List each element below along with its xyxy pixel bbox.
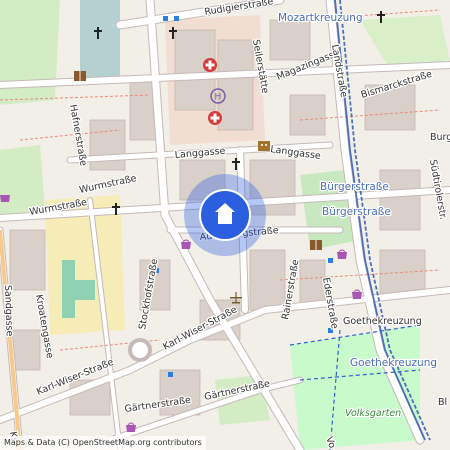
library-icon [310, 240, 322, 250]
roundabout[interactable] [128, 338, 152, 362]
label-sandgasse: Sandgasse [2, 285, 15, 337]
tram-stop-icon [174, 16, 179, 21]
hospital-icon [203, 58, 217, 72]
svg-text:H: H [215, 93, 222, 103]
label-burg: Burg [430, 132, 450, 143]
map-canvas[interactable]: H Rudigierstraße Mozartkreuzung Magazing… [0, 0, 450, 450]
tram-stop-icon [328, 258, 333, 263]
hospital-icon [208, 111, 222, 125]
label-goethekreuzung: Goethekreuzung [343, 316, 422, 327]
shop-icon [0, 195, 10, 202]
map-attribution: Maps & Data (C) OpenStreetMap.org contri… [0, 436, 206, 450]
label-bl: Bl [438, 397, 447, 408]
label-mozartkreuzung: Mozartkreuzung [278, 12, 363, 24]
tram-stop-icon [163, 16, 168, 21]
theatre-icon [258, 141, 270, 151]
location-marker[interactable] [184, 174, 266, 256]
label-goethekreuzung-stop: Goethekreuzung [350, 357, 437, 369]
library-icon [74, 71, 86, 81]
label-volksgarten: Volksgarten [345, 408, 401, 419]
map-layers[interactable]: H Rudigierstraße Mozartkreuzung Magazing… [0, 0, 450, 450]
label-buergerstrasse-stop: Bürgerstraße [320, 181, 389, 193]
tram-stop-icon [168, 372, 173, 377]
label-buergerstrasse-stop2: Bürgerstraße [322, 206, 391, 218]
park-area [0, 0, 60, 105]
